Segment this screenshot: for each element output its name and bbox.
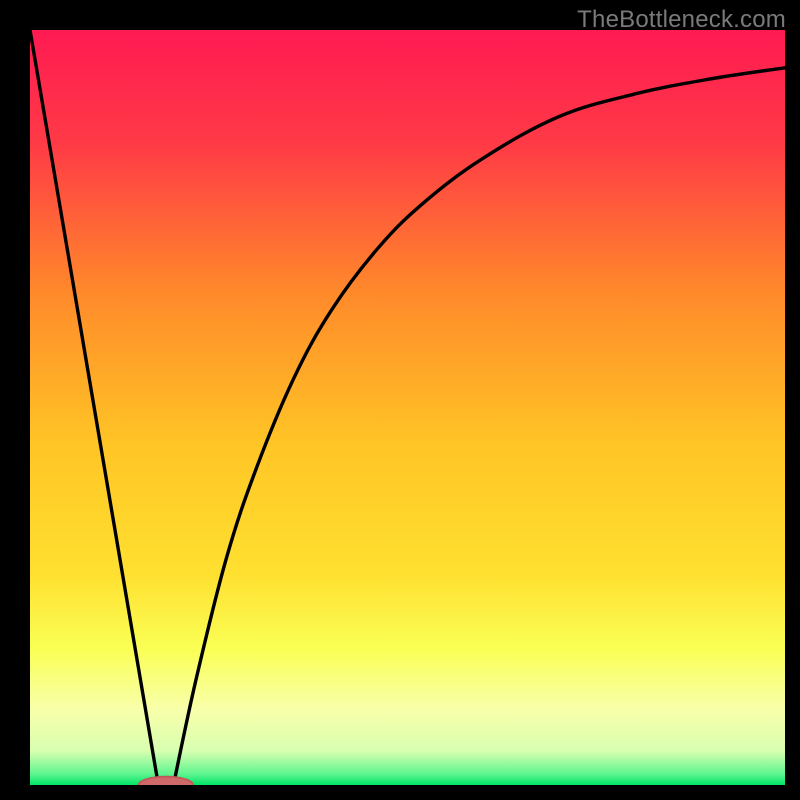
chart-svg (30, 30, 785, 785)
gradient-background (30, 30, 785, 785)
chart-frame: TheBottleneck.com (0, 0, 800, 800)
plot-area (30, 30, 785, 785)
watermark-text: TheBottleneck.com (577, 6, 786, 34)
